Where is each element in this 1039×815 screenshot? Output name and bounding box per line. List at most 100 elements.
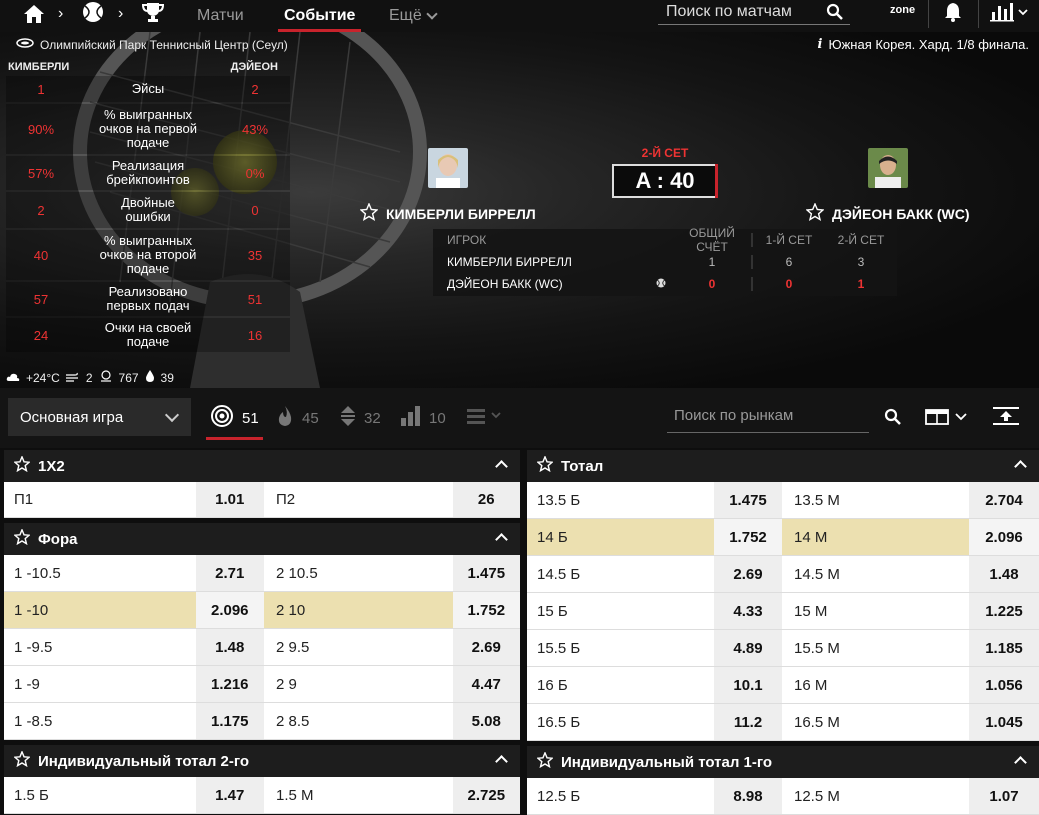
odds-value[interactable]: 1.48: [195, 629, 264, 665]
odds-value[interactable]: 26: [452, 482, 520, 517]
layout-columns-icon[interactable]: [925, 409, 971, 430]
odds-value[interactable]: 1.752: [714, 519, 782, 555]
tab-matches[interactable]: Матчи: [191, 0, 250, 32]
favorite-star-icon[interactable]: [359, 202, 379, 224]
market-header[interactable]: Фора: [4, 523, 520, 555]
odds-value[interactable]: 1.056: [969, 667, 1039, 703]
search-icon[interactable]: [826, 3, 844, 26]
outcome-name[interactable]: 1 -10: [4, 592, 196, 628]
odds-value[interactable]: 4.33: [714, 593, 782, 629]
outcome-name[interactable]: 12.5 Б: [527, 778, 714, 814]
outcome-name[interactable]: 15.5 М: [782, 630, 969, 666]
odds-value[interactable]: 8.98: [714, 778, 782, 814]
odds-value[interactable]: 1.225: [969, 593, 1039, 629]
favorite-star-icon[interactable]: [805, 202, 825, 224]
outcome-name[interactable]: 16.5 М: [782, 704, 969, 740]
outcome-name[interactable]: 14 Б: [527, 519, 714, 555]
outcome-name[interactable]: 14.5 М: [782, 556, 969, 592]
filter-tab-all[interactable]: 51: [206, 402, 263, 440]
tennis-ball-icon[interactable]: [81, 0, 105, 24]
outcome-name[interactable]: 1 -9.5: [4, 629, 196, 665]
outcome-name[interactable]: 2 10.5: [264, 555, 453, 591]
favorite-star-icon[interactable]: [536, 455, 554, 476]
odds-value[interactable]: 1.752: [452, 592, 520, 628]
odds-value[interactable]: 1.48: [969, 556, 1039, 592]
filter-tab-totals[interactable]: 32: [340, 402, 381, 434]
collapse-caret-icon[interactable]: [495, 460, 508, 473]
odds-value[interactable]: 1.01: [195, 482, 264, 517]
outcome-name[interactable]: 1.5 Б: [4, 777, 196, 813]
collapse-caret-icon[interactable]: [1014, 460, 1027, 473]
market-search-input[interactable]: Поиск по рынкам: [667, 399, 869, 433]
odds-value[interactable]: 1.475: [714, 482, 782, 518]
odds-value[interactable]: 2.704: [969, 482, 1039, 518]
zone-link[interactable]: zone: [890, 4, 915, 16]
trophy-icon[interactable]: [140, 1, 166, 23]
outcome-name[interactable]: 2 10: [263, 592, 453, 628]
tab-more[interactable]: Ещё: [383, 0, 442, 32]
outcome-name[interactable]: П1: [4, 482, 196, 517]
outcome-name[interactable]: 14 М: [782, 519, 969, 555]
odds-value[interactable]: 4.89: [714, 630, 782, 666]
odds-value[interactable]: 1.175: [195, 703, 264, 739]
market-header[interactable]: 1X2: [4, 450, 520, 482]
outcome-name[interactable]: 1.5 М: [264, 777, 453, 813]
outcome-name[interactable]: 15.5 Б: [527, 630, 714, 666]
outcome-name[interactable]: 2 9.5: [264, 629, 453, 665]
up-down-icon: [340, 405, 356, 431]
market-header[interactable]: Тотал: [527, 450, 1039, 482]
odds-value[interactable]: 10.1: [714, 667, 782, 703]
odds-value[interactable]: 1.07: [969, 778, 1039, 814]
outcome-name[interactable]: 12.5 М: [782, 778, 969, 814]
outcome-name[interactable]: 15 М: [782, 593, 969, 629]
filter-tab-popular[interactable]: 45: [276, 402, 319, 434]
odds-value[interactable]: 2.096: [195, 592, 264, 628]
favorite-star-icon[interactable]: [13, 750, 31, 771]
outcome-name[interactable]: 2 8.5: [264, 703, 453, 739]
market-header[interactable]: Индивидуальный тотал 2-го: [4, 745, 520, 777]
favorite-star-icon[interactable]: [536, 751, 554, 772]
odds-value[interactable]: 1.47: [195, 777, 264, 813]
stats-chart-icon[interactable]: [990, 2, 1030, 27]
outcome-name[interactable]: 16 Б: [527, 667, 714, 703]
outcome-name[interactable]: 2 9: [264, 666, 453, 702]
odds-value[interactable]: 2.096: [969, 519, 1039, 555]
outcome-name[interactable]: П2: [264, 482, 453, 517]
market-header[interactable]: Индивидуальный тотал 1-го: [527, 746, 1039, 778]
game-period-dropdown[interactable]: Основная игра: [8, 398, 191, 436]
bell-icon[interactable]: [942, 1, 964, 28]
odds-value[interactable]: 1.045: [969, 704, 1039, 740]
outcome-name[interactable]: 1 -8.5: [4, 703, 196, 739]
collapse-caret-icon[interactable]: [1014, 756, 1027, 769]
match-search-input[interactable]: Поиск по матчам: [658, 0, 850, 25]
collapse-caret-icon[interactable]: [495, 533, 508, 546]
favorite-star-icon[interactable]: [13, 455, 31, 476]
favorite-star-icon[interactable]: [13, 528, 31, 549]
odds-value[interactable]: 2.725: [452, 777, 520, 813]
odds-value[interactable]: 4.47: [452, 666, 520, 702]
outcome-name[interactable]: 14.5 Б: [527, 556, 714, 592]
odds-value[interactable]: 11.2: [714, 704, 782, 740]
home-icon[interactable]: [22, 3, 46, 25]
odds-value[interactable]: 2.69: [714, 556, 782, 592]
odds-value[interactable]: 1.475: [452, 555, 520, 591]
outcome-name[interactable]: 1 -9: [4, 666, 196, 702]
odds-value[interactable]: 2.69: [452, 629, 520, 665]
filter-tab-more[interactable]: [467, 402, 503, 434]
odds-value[interactable]: 1.185: [969, 630, 1039, 666]
outcome-name[interactable]: 1 -10.5: [4, 555, 196, 591]
filter-tab-stats[interactable]: 10: [401, 402, 446, 434]
outcome-name[interactable]: 16 М: [782, 667, 969, 703]
collapse-caret-icon[interactable]: [495, 755, 508, 768]
outcome-name[interactable]: 13.5 Б: [527, 482, 714, 518]
outcome-name[interactable]: 15 Б: [527, 593, 714, 629]
tab-event[interactable]: Событие: [278, 0, 362, 32]
odds-value[interactable]: 2.71: [195, 555, 264, 591]
odds-value[interactable]: 5.08: [452, 703, 520, 739]
header-set1: 1-Й СЕТ: [751, 233, 825, 247]
odds-value[interactable]: 1.216: [195, 666, 264, 702]
collapse-all-icon[interactable]: [993, 407, 1019, 432]
outcome-name[interactable]: 16.5 Б: [527, 704, 714, 740]
search-icon[interactable]: [884, 408, 902, 431]
outcome-name[interactable]: 13.5 М: [782, 482, 969, 518]
